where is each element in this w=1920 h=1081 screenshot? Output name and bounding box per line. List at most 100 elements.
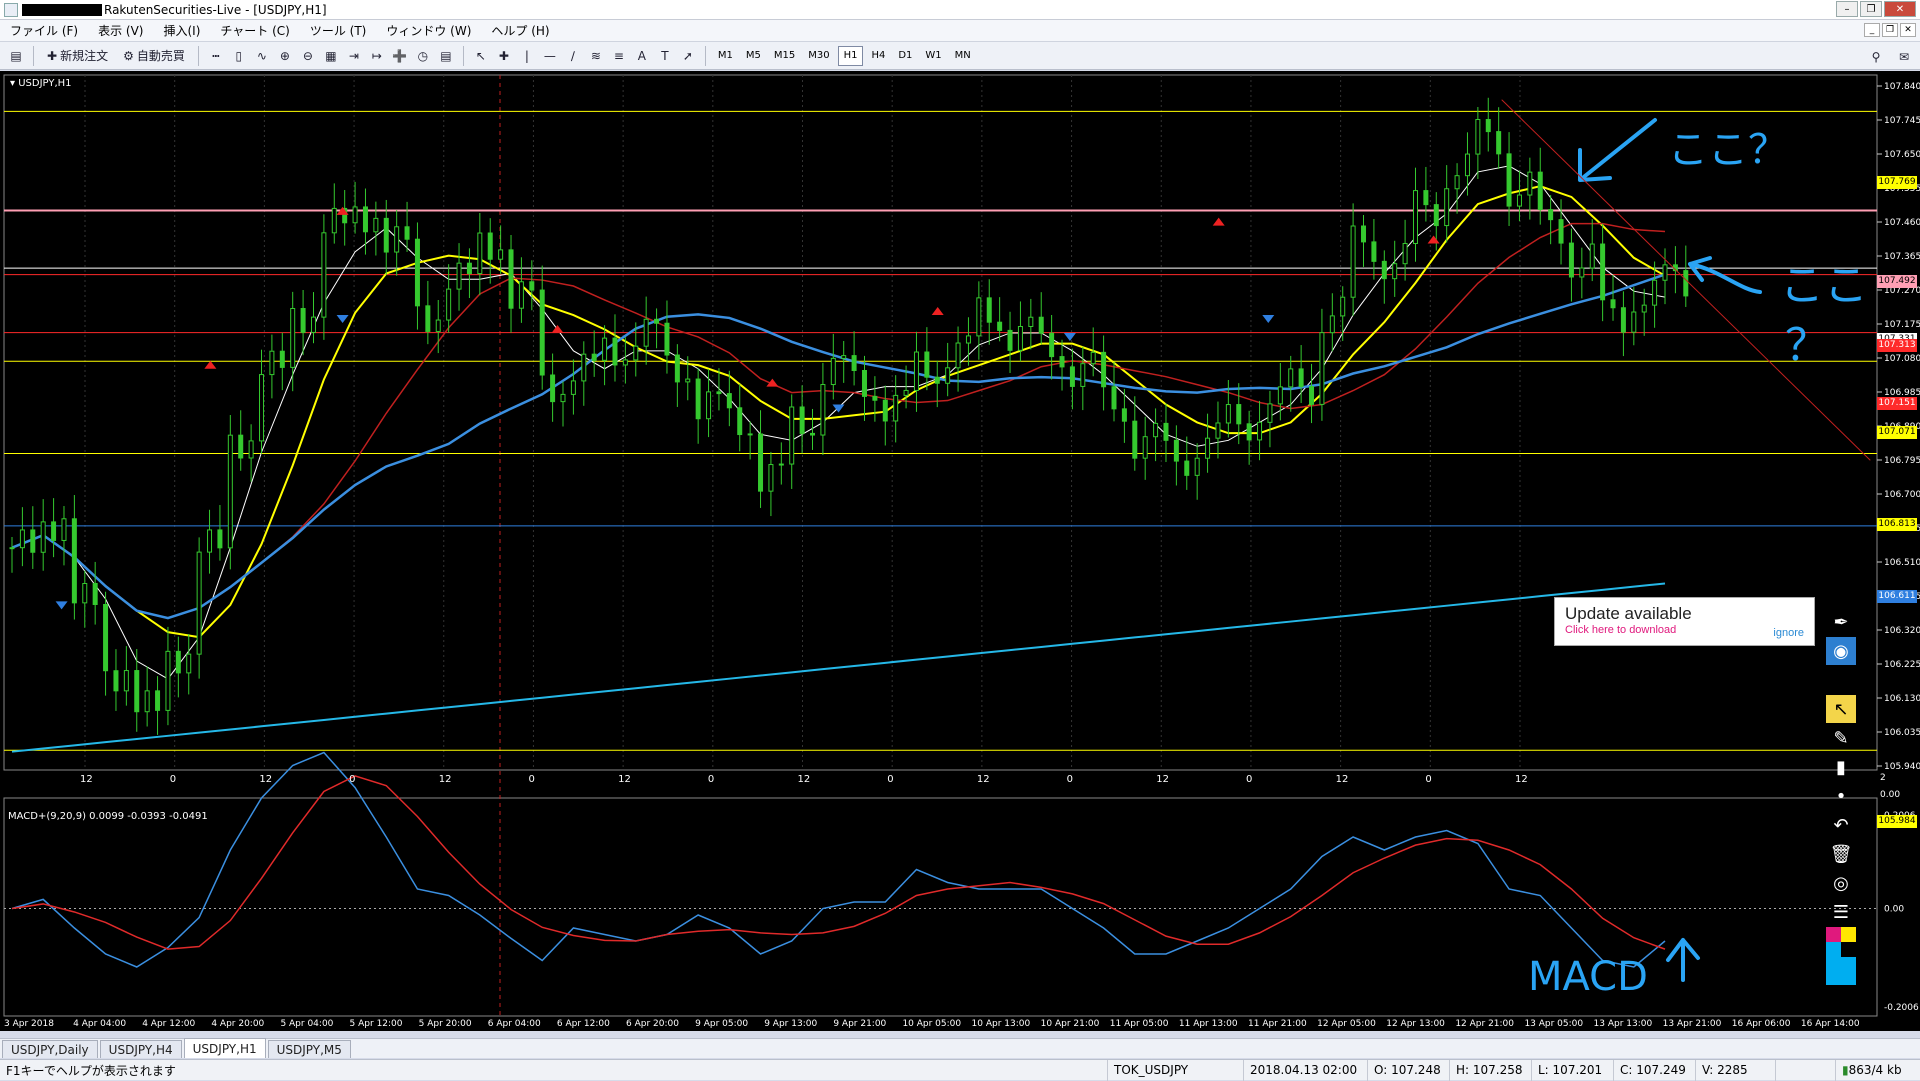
mdi-minimize-button[interactable]: _ xyxy=(1864,23,1880,37)
pen-icon[interactable]: ✒ xyxy=(1826,608,1856,636)
color-palette[interactable] xyxy=(1826,927,1856,957)
mdi-close-button[interactable]: ✕ xyxy=(1900,23,1916,37)
timeframe-m1[interactable]: M1 xyxy=(713,46,738,66)
level-price-tag: 106.813 xyxy=(1877,518,1917,532)
timeframe-m15[interactable]: M15 xyxy=(769,46,800,66)
update-download-link[interactable]: Click here to download xyxy=(1565,624,1804,636)
candle-body xyxy=(71,518,77,604)
menu-window[interactable]: ウィンドウ (W) xyxy=(376,22,481,39)
autoscroll-icon[interactable]: ↦ xyxy=(367,45,387,67)
price-chart[interactable]: 0.20060.00-0.2006 107.840107.745107.6501… xyxy=(0,71,1920,1031)
update-popup[interactable]: Update available Click here to download … xyxy=(1554,597,1815,646)
horizontal-line-icon[interactable]: — xyxy=(540,45,560,67)
timeframe-m30[interactable]: M30 xyxy=(803,46,834,66)
camera-icon[interactable]: ◎ xyxy=(1826,869,1856,897)
menu-file[interactable]: ファイル (F) xyxy=(0,22,88,39)
candle-body xyxy=(9,547,15,550)
line-chart-icon[interactable]: ∿ xyxy=(252,45,272,67)
tab-usdjpy-daily[interactable]: USDJPY,Daily xyxy=(2,1040,98,1058)
notes-icon[interactable]: ☰ xyxy=(1826,898,1856,926)
channel-icon[interactable]: ≋ xyxy=(586,45,606,67)
candlestick-icon[interactable]: ▯ xyxy=(229,45,249,67)
candle-body xyxy=(622,359,628,366)
periods-icon[interactable]: ◷ xyxy=(413,45,433,67)
cursor-icon[interactable]: ↖ xyxy=(471,45,491,67)
menu-tools[interactable]: ツール (T) xyxy=(300,22,377,39)
annotation-koko-q: ここ？ xyxy=(1668,127,1788,173)
vertical-line-icon[interactable]: | xyxy=(517,45,537,67)
undo-icon[interactable]: ↶ xyxy=(1826,811,1856,839)
update-ignore-link[interactable]: ignore xyxy=(1773,627,1804,639)
date-label: 16 Apr 06:00 xyxy=(1732,1019,1791,1029)
status-profile: TOK_USDJPY xyxy=(1108,1059,1244,1081)
dot-size-icon[interactable]: • xyxy=(1826,782,1856,810)
candle-body xyxy=(674,354,680,383)
mdi-restore-button[interactable]: ❐ xyxy=(1882,23,1898,37)
yellow-swatch[interactable] xyxy=(1841,927,1856,942)
menu-help[interactable]: ヘルプ (H) xyxy=(481,22,559,39)
black-swatch[interactable] xyxy=(1841,942,1856,957)
text-icon[interactable]: A xyxy=(632,45,652,67)
candle-body xyxy=(123,670,129,692)
candle-body xyxy=(1225,404,1231,424)
tab-usdjpy-m5[interactable]: USDJPY,M5 xyxy=(267,1040,351,1058)
pointer-icon[interactable]: ↖ xyxy=(1826,695,1856,723)
trash-icon[interactable]: 🗑 xyxy=(1826,840,1856,868)
new-order-icon: ✚ xyxy=(47,48,58,63)
hour-tick-label: 12 xyxy=(1336,774,1349,785)
search-icon[interactable]: ⚲ xyxy=(1866,46,1886,68)
timeframe-h1[interactable]: H1 xyxy=(837,45,864,66)
timeframe-d1[interactable]: D1 xyxy=(893,46,917,66)
zoom-in-icon[interactable]: ⊕ xyxy=(275,45,295,67)
timeframe-m5[interactable]: M5 xyxy=(741,46,766,66)
auto-trade-button[interactable]: ⚙ 自動売買 xyxy=(117,45,191,67)
price-label: 106.510 xyxy=(1884,558,1920,568)
profiles-icon[interactable]: ▤ xyxy=(6,45,26,67)
candle-body xyxy=(1423,190,1429,206)
close-button[interactable]: ✕ xyxy=(1884,1,1916,17)
candle-body xyxy=(1038,316,1044,334)
minimize-button[interactable]: – xyxy=(1836,1,1858,17)
candle-body xyxy=(1340,296,1346,317)
macd-axis-label: 0.00 xyxy=(1884,905,1904,915)
chart-shift-icon[interactable]: ⇥ xyxy=(344,45,364,67)
active-color-swatch[interactable] xyxy=(1826,957,1856,985)
candle-body xyxy=(466,262,472,275)
chat-icon[interactable]: ✉ xyxy=(1894,46,1914,68)
menu-insert[interactable]: 挿入(I) xyxy=(153,22,210,39)
hour-tick-label: 0 xyxy=(170,774,176,785)
zoom-out-icon[interactable]: ⊖ xyxy=(298,45,318,67)
trendline-icon[interactable]: ∕ xyxy=(563,45,583,67)
crosshair-icon[interactable]: ✚ xyxy=(494,45,514,67)
candle-body xyxy=(238,434,244,459)
maximize-button[interactable]: ❐ xyxy=(1860,1,1882,17)
menu-chart[interactable]: チャート (C) xyxy=(210,22,299,39)
pencil-icon[interactable]: ✎ xyxy=(1826,724,1856,752)
cyan-swatch[interactable] xyxy=(1826,942,1841,957)
label-icon[interactable]: T xyxy=(655,45,675,67)
fibonacci-icon[interactable]: ≡ xyxy=(609,45,629,67)
candle-body xyxy=(1516,194,1522,207)
bar-chart-icon[interactable]: ┅ xyxy=(206,45,226,67)
menu-view[interactable]: 表示 (V) xyxy=(88,22,153,39)
price-label: 106.130 xyxy=(1884,694,1920,704)
tab-usdjpy-h1[interactable]: USDJPY,H1 xyxy=(183,1038,266,1058)
magenta-swatch[interactable] xyxy=(1826,927,1841,942)
chart-window[interactable]: 0.20060.00-0.2006 107.840107.745107.6501… xyxy=(0,71,1920,1031)
indicators-icon[interactable]: ➕ xyxy=(390,45,410,67)
templates-icon[interactable]: ▤ xyxy=(436,45,456,67)
eraser-icon[interactable]: ▮ xyxy=(1826,753,1856,781)
timeframe-mn[interactable]: MN xyxy=(950,46,976,66)
new-order-button[interactable]: ✚ 新規注文 xyxy=(41,45,114,67)
candle-body xyxy=(1350,225,1356,298)
timeframe-w1[interactable]: W1 xyxy=(920,46,946,66)
eye-icon[interactable]: ◉ xyxy=(1826,637,1856,665)
candle-body xyxy=(654,318,660,324)
candle-body xyxy=(1236,404,1242,425)
arrows-icon[interactable]: ➚ xyxy=(678,45,698,67)
tile-windows-icon[interactable]: ▦ xyxy=(321,45,341,67)
timeframe-h4[interactable]: H4 xyxy=(866,46,890,66)
status-close: C: 107.249 xyxy=(1614,1059,1696,1081)
tab-usdjpy-h4[interactable]: USDJPY,H4 xyxy=(99,1040,182,1058)
candle-body xyxy=(1558,219,1564,244)
